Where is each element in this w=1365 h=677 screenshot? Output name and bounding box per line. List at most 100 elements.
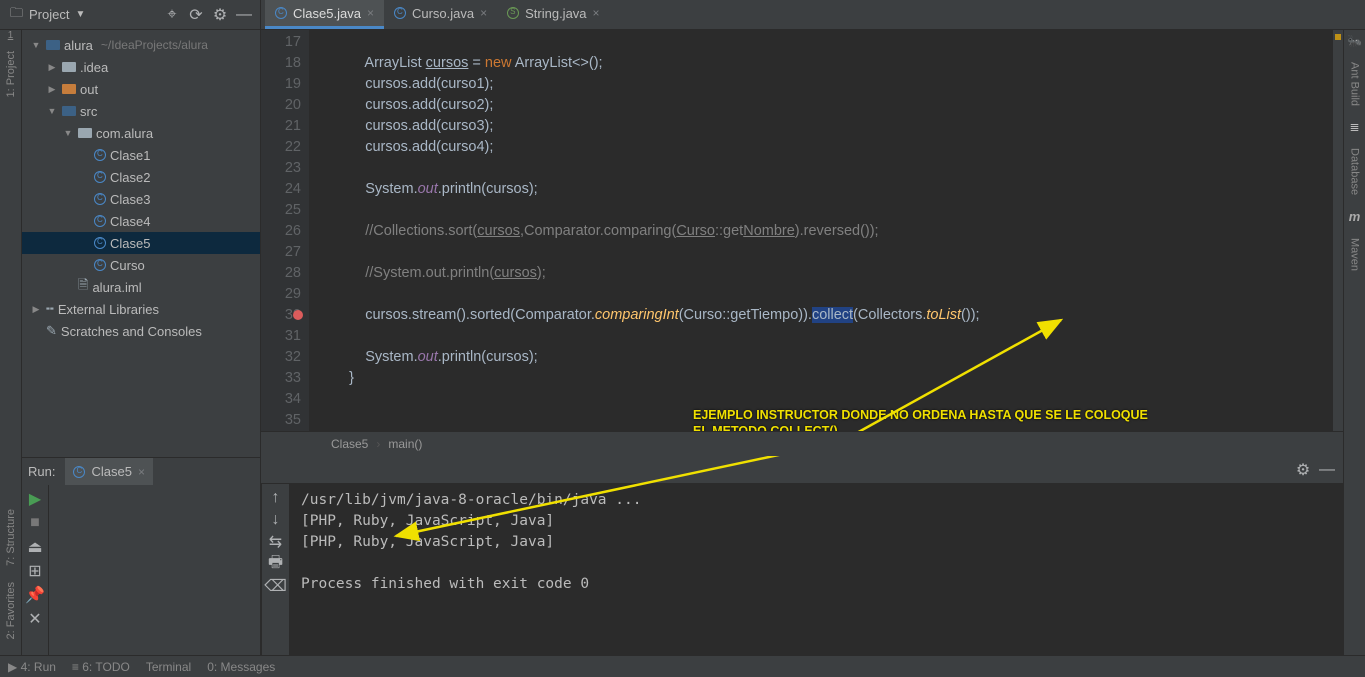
line-number[interactable]: 29 xyxy=(261,284,301,305)
wrap-icon[interactable]: ⇆ xyxy=(268,534,284,550)
code-line[interactable] xyxy=(333,158,1343,179)
tab-clase5-java[interactable]: Clase5.java× xyxy=(265,0,384,29)
clear-icon[interactable]: ⌫ xyxy=(268,578,284,594)
tree-item-clase3[interactable]: Clase3 xyxy=(22,188,260,210)
expand-arrow[interactable]: ▶ xyxy=(30,304,42,315)
warning-mark[interactable] xyxy=(1335,34,1341,40)
breakpoint-icon[interactable] xyxy=(293,310,303,320)
tree-item-clase1[interactable]: Clase1 xyxy=(22,144,260,166)
line-number[interactable]: 27 xyxy=(261,242,301,263)
maven-icon[interactable]: m xyxy=(1349,209,1361,224)
favorites-tool-label[interactable]: 2: Favorites xyxy=(5,576,17,645)
line-number[interactable]: 32 xyxy=(261,347,301,368)
code-line[interactable]: //Collections.sort(cursos,Comparator.com… xyxy=(333,221,1343,242)
breadcrumb-class[interactable]: Clase5 xyxy=(331,437,368,451)
tree-item-curso[interactable]: Curso xyxy=(22,254,260,276)
tree-item-scratches-and-consoles[interactable]: ✎Scratches and Consoles xyxy=(22,320,260,342)
run-settings-icon[interactable]: ⚙ xyxy=(1295,462,1311,478)
breadcrumb-method[interactable]: main() xyxy=(388,437,422,451)
tree-item-alura[interactable]: ▼alura~/IdeaProjects/alura xyxy=(22,34,260,56)
run-tab[interactable]: Clase5 × xyxy=(65,458,152,485)
tree-item-clase2[interactable]: Clase2 xyxy=(22,166,260,188)
expand-arrow[interactable]: ▼ xyxy=(62,128,74,138)
line-number[interactable]: 34 xyxy=(261,389,301,410)
code-line[interactable]: System.out.println(cursos); xyxy=(333,179,1343,200)
run-hide-icon[interactable]: — xyxy=(1319,462,1335,478)
project-tool-label[interactable]: 1: Project xyxy=(5,45,17,103)
bottom-todo[interactable]: ≡ 6: TODO xyxy=(72,660,130,674)
tree-item-src[interactable]: ▼src xyxy=(22,100,260,122)
bottom-terminal[interactable]: Terminal xyxy=(146,660,191,674)
tree-item-external-libraries[interactable]: ▶╍External Libraries xyxy=(22,298,260,320)
line-number[interactable]: 25 xyxy=(261,200,301,221)
line-number[interactable]: 22 xyxy=(261,137,301,158)
step-up-icon[interactable]: ↑ xyxy=(268,490,284,506)
project-dropdown[interactable]: 🗀 Project ▼ xyxy=(0,4,95,26)
ant-build-label[interactable]: Ant Build xyxy=(1349,56,1361,112)
hide-icon[interactable]: — xyxy=(236,7,252,23)
line-number[interactable]: 24 xyxy=(261,179,301,200)
expand-arrow[interactable]: ▶ xyxy=(46,84,58,95)
code-line[interactable]: cursos.add(curso2); xyxy=(333,95,1343,116)
close-panel-icon[interactable]: ✕ xyxy=(27,611,43,627)
code-line[interactable]: cursos.add(curso4); xyxy=(333,137,1343,158)
refresh-icon[interactable]: ⟳ xyxy=(188,7,204,23)
maven-label[interactable]: Maven xyxy=(1349,232,1361,277)
code-line[interactable]: cursos.add(curso3); xyxy=(333,116,1343,137)
line-number[interactable]: 26 xyxy=(261,221,301,242)
stop-icon[interactable]: ■ xyxy=(27,515,43,531)
code-line[interactable]: ArrayList cursos = new ArrayList<>(); xyxy=(333,53,1343,74)
line-number[interactable]: 33 xyxy=(261,368,301,389)
line-number[interactable]: 19 xyxy=(261,74,301,95)
line-number[interactable]: 18 xyxy=(261,53,301,74)
exit-icon[interactable]: ⏏ xyxy=(27,539,43,555)
close-icon[interactable]: × xyxy=(138,465,145,479)
tree-item-clase4[interactable]: Clase4 xyxy=(22,210,260,232)
code-line[interactable] xyxy=(333,242,1343,263)
editor[interactable]: 17181920212223242526272829303132333435 A… xyxy=(261,30,1343,431)
locate-icon[interactable]: ⌖ xyxy=(164,7,180,23)
close-icon[interactable]: × xyxy=(593,6,600,20)
tree-item-clase5[interactable]: Clase5 xyxy=(22,232,260,254)
code-line[interactable]: cursos.add(curso1); xyxy=(333,74,1343,95)
code-line[interactable]: } xyxy=(333,368,1343,389)
code-line[interactable] xyxy=(333,389,1343,410)
code-line[interactable] xyxy=(333,32,1343,53)
step-down-icon[interactable]: ↓ xyxy=(268,512,284,528)
database-label[interactable]: Database xyxy=(1349,142,1361,201)
code-line[interactable]: //System.out.println(cursos); xyxy=(333,263,1343,284)
print-icon[interactable]: 🖶 xyxy=(268,556,284,572)
bottom-messages[interactable]: 0: Messages xyxy=(207,660,275,674)
code-line[interactable]: System.out.println(cursos); xyxy=(333,347,1343,368)
expand-arrow[interactable]: ▶ xyxy=(46,62,58,73)
tree-item-out[interactable]: ▶out xyxy=(22,78,260,100)
ant-build-icon[interactable]: 🐜 xyxy=(1347,34,1362,48)
database-icon[interactable]: ≣ xyxy=(1349,120,1359,134)
settings-icon[interactable]: ⚙ xyxy=(212,7,228,23)
line-number[interactable]: 23 xyxy=(261,158,301,179)
close-icon[interactable]: × xyxy=(367,6,374,20)
code-line[interactable] xyxy=(333,200,1343,221)
tab-curso-java[interactable]: Curso.java× xyxy=(384,0,497,29)
tree-item-com-alura[interactable]: ▼com.alura xyxy=(22,122,260,144)
breadcrumbs[interactable]: Clase5 › main() xyxy=(261,431,1343,455)
structure-tool-label[interactable]: 7: Structure xyxy=(5,503,17,572)
pin-icon[interactable]: 📌 xyxy=(27,587,43,603)
line-number[interactable]: 28 xyxy=(261,263,301,284)
code-line[interactable] xyxy=(333,326,1343,347)
tree-item-alura-iml[interactable]: 🗎alura.iml xyxy=(22,276,260,298)
expand-arrow[interactable]: ▼ xyxy=(46,106,58,116)
tree-item--idea[interactable]: ▶.idea xyxy=(22,56,260,78)
line-number[interactable]: 21 xyxy=(261,116,301,137)
rerun-icon[interactable]: ▶ xyxy=(27,491,43,507)
expand-arrow[interactable]: ▼ xyxy=(30,40,42,50)
line-number[interactable]: 17 xyxy=(261,32,301,53)
code-line[interactable] xyxy=(333,410,1343,431)
project-tool-number[interactable]: 1 xyxy=(8,30,14,41)
layout-icon[interactable]: ⊞ xyxy=(27,563,43,579)
code-line[interactable] xyxy=(333,284,1343,305)
run-output[interactable]: /usr/lib/jvm/java-8-oracle/bin/java ... … xyxy=(289,484,1343,655)
tab-string-java[interactable]: String.java× xyxy=(497,0,609,29)
line-number[interactable]: 35 xyxy=(261,410,301,431)
line-number[interactable]: 31 xyxy=(261,326,301,347)
